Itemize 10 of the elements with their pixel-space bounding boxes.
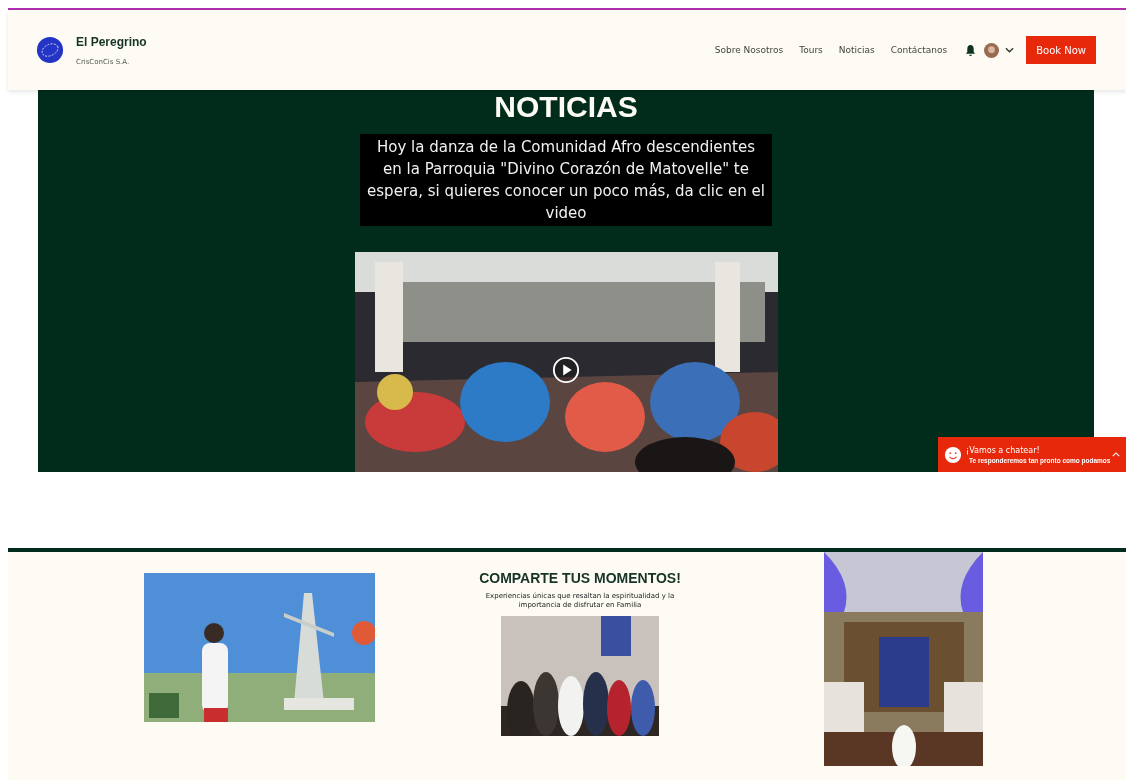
section-title: COMPARTE TUS MOMENTOS! bbox=[479, 570, 681, 586]
section-title: NOTICIAS bbox=[494, 92, 638, 122]
nav-link[interactable]: Noticias bbox=[838, 45, 875, 55]
news-text: Hoy la danza de la Comunidad Afro descendientes en la Parroquia "Divino Corazón de Matovelle" te espera, si quieres conocer un poco más, da clic en el video bbox=[360, 134, 772, 226]
book-now-button[interactable]: Book Now bbox=[1026, 36, 1096, 64]
nav-link[interactable]: Contáctanos bbox=[890, 45, 948, 55]
brand-name[interactable]: El Peregrino bbox=[76, 34, 147, 49]
nav-link[interactable]: Tours bbox=[799, 45, 823, 55]
chat-title: ¡Vamos a chatear! bbox=[966, 445, 1041, 455]
nav-link[interactable]: Sobre Nosotros bbox=[714, 45, 784, 55]
